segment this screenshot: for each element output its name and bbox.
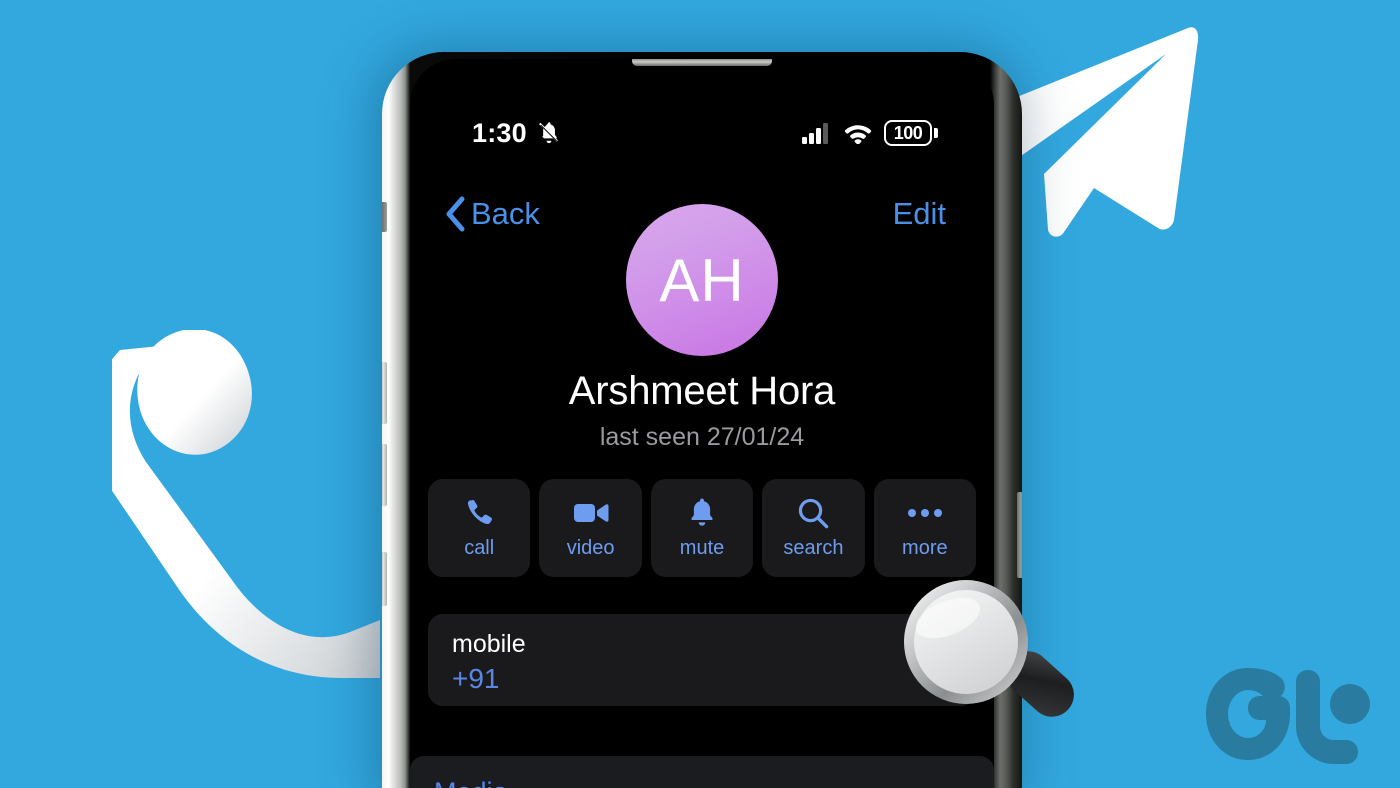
avatar[interactable]: AH <box>626 204 778 356</box>
status-bar: 1:30 100 <box>410 115 994 151</box>
avatar-initials: AH <box>659 246 745 314</box>
action-call-label: call <box>464 537 495 559</box>
action-mute-label: mute <box>679 537 725 559</box>
action-search-label: search <box>783 537 844 559</box>
action-more-button[interactable]: more <box>873 479 977 577</box>
edit-button[interactable]: Edit <box>893 196 946 232</box>
phone-screen: 1:30 100 Back Edit AH Arshmeet Hora last… <box>410 59 994 788</box>
volume-down-button[interactable] <box>382 444 387 506</box>
tab-media[interactable]: Media <box>434 777 508 788</box>
speaker-notch <box>632 59 772 66</box>
contact-last-seen: last seen 27/01/24 <box>599 423 805 451</box>
ellipsis-icon <box>907 496 943 530</box>
info-row-mobile[interactable]: mobile +91 <box>428 614 976 706</box>
bell-icon <box>687 496 717 530</box>
phone-device: 1:30 100 Back Edit AH Arshmeet Hora last… <box>382 52 1022 788</box>
cellular-signal-icon <box>802 123 828 144</box>
poster-canvas: 1:30 100 Back Edit AH Arshmeet Hora last… <box>0 0 1400 788</box>
action-more-label: more <box>902 537 948 559</box>
search-icon <box>797 496 829 530</box>
power-button[interactable] <box>1017 492 1022 578</box>
mute-switch-button[interactable] <box>382 202 387 232</box>
guidingtech-logo <box>1206 668 1370 764</box>
battery-percent: 100 <box>893 122 923 143</box>
action-search-button[interactable]: search <box>762 479 865 577</box>
phone-icon <box>463 496 495 530</box>
action-mute-button[interactable]: mute <box>650 479 754 577</box>
status-bar-left: 1:30 <box>472 118 562 149</box>
status-bar-right: 100 <box>802 120 938 146</box>
battery-indicator: 100 <box>884 120 938 146</box>
phone-handset-icon <box>112 330 380 678</box>
wifi-icon <box>844 124 872 144</box>
action-call-button[interactable]: call <box>428 479 531 577</box>
contact-name: Arshmeet Hora <box>568 369 836 413</box>
action-video-label: video <box>566 537 615 559</box>
info-row-value: +91 <box>452 662 500 694</box>
back-button[interactable]: Back <box>444 196 540 232</box>
info-row-label: mobile <box>452 630 526 658</box>
media-section: Media <box>410 756 994 788</box>
chevron-left-icon <box>446 196 465 232</box>
action-side-button[interactable] <box>382 552 387 606</box>
bell-slash-icon <box>539 122 558 144</box>
video-camera-icon <box>573 496 609 530</box>
status-time: 1:30 <box>472 117 527 148</box>
volume-up-button[interactable] <box>382 362 387 424</box>
back-button-label: Back <box>471 196 540 231</box>
action-button-row: call video mute search more <box>428 479 977 577</box>
action-video-button[interactable]: video <box>539 479 642 577</box>
